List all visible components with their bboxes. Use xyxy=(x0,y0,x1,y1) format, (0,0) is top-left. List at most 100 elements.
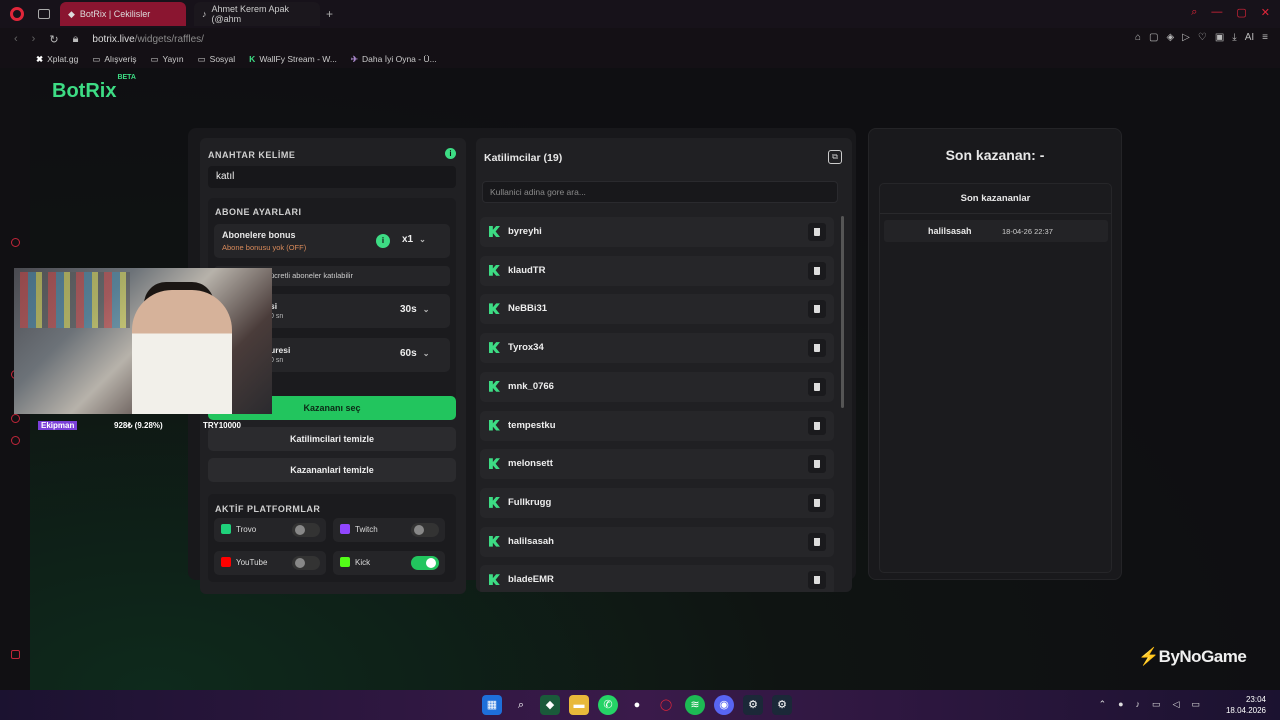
chevron-down-icon: ⌄ xyxy=(419,235,426,244)
taskbar-clock[interactable]: 23:04 18.04.2026 xyxy=(1226,694,1266,716)
subscriber-settings-title: ABONE AYARLARI xyxy=(215,207,302,217)
participant-search-input[interactable]: Kullanici adina gore ara... xyxy=(482,181,838,203)
kick-icon xyxy=(489,342,500,354)
discord-icon[interactable]: ◉ xyxy=(714,695,734,715)
shield-icon[interactable]: ◈ xyxy=(1166,32,1174,43)
sidebar-app-icon[interactable] xyxy=(11,238,20,247)
delete-icon[interactable] xyxy=(808,532,826,551)
new-tab-button[interactable]: + xyxy=(326,7,333,21)
timer-title: uresi xyxy=(270,345,291,355)
kick-toggle[interactable] xyxy=(411,556,439,570)
streamer xyxy=(132,290,232,414)
info-icon[interactable]: i xyxy=(445,148,456,159)
forward-icon[interactable]: › xyxy=(32,33,36,45)
maximize-icon[interactable]: ▢ xyxy=(1236,6,1246,19)
url-field[interactable]: botrix.live/widgets/raffles/ xyxy=(92,34,204,45)
opera-menu-icon[interactable] xyxy=(10,7,24,21)
keyword-label: ANAHTAR KELİME xyxy=(208,150,296,160)
participant-name: NeBBi31 xyxy=(508,303,548,315)
taskbar-apps: ▦ ⌕ ◆ ▬ ✆ ● ◯ ≋ ◉ ⚙ ⚙ xyxy=(482,695,792,715)
aria-icon[interactable]: AI xyxy=(1245,32,1254,43)
bookmark-label: Xplat.gg xyxy=(47,54,79,64)
chevron-up-icon[interactable]: ⌃ xyxy=(1099,699,1107,710)
participant-name: Tyrox34 xyxy=(508,342,544,354)
bookmark-stream[interactable]: ▭ Yayın xyxy=(150,54,183,65)
clear-winners-button[interactable]: Kazananlari temizle xyxy=(208,458,456,482)
heart-icon[interactable]: ♡ xyxy=(1198,32,1207,43)
kick-icon xyxy=(489,458,500,470)
bonus-subtitle: Abone bonusu yok (OFF) xyxy=(222,243,307,252)
tab-botrix[interactable]: ◆ BotRix | Cekilisler xyxy=(60,2,186,26)
sidebar-gx-icon[interactable] xyxy=(11,650,20,659)
sidebar-app-icon[interactable] xyxy=(11,436,20,445)
bolt-icon: ⚡ xyxy=(1138,647,1159,666)
windows-start-icon[interactable]: ▦ xyxy=(482,695,502,715)
tab-tiktok[interactable]: ♪ Ahmet Kerem Apak (@ahm xyxy=(194,2,320,26)
reload-icon[interactable]: ↻ xyxy=(49,33,58,46)
delete-icon[interactable] xyxy=(808,416,826,435)
close-icon[interactable]: ✕ xyxy=(1261,6,1270,19)
keyword-input[interactable]: katıl xyxy=(208,166,456,188)
bonus-info-icon[interactable]: i xyxy=(376,234,390,248)
delete-icon[interactable] xyxy=(808,339,826,358)
bookmark-social[interactable]: ▭ Sosyal xyxy=(198,54,236,65)
delete-icon[interactable] xyxy=(808,300,826,319)
address-bar: ‹ › ↻ 🔒︎ botrix.live/widgets/raffles/ ⌂ … xyxy=(0,28,1280,50)
bookmark-wallfy[interactable]: K WallFy Stream - W... xyxy=(249,54,337,64)
back-icon[interactable]: ‹ xyxy=(14,33,18,45)
file-explorer-icon[interactable]: ▬ xyxy=(569,695,589,715)
participants-scrollbar[interactable] xyxy=(841,208,844,586)
steam-icon[interactable]: ⚙ xyxy=(743,695,763,715)
app-icon[interactable]: ◆ xyxy=(540,695,560,715)
bookmark-label: Daha İyi Oyna - Ü... xyxy=(362,54,437,64)
search-icon[interactable]: ⌕ xyxy=(511,695,531,715)
delete-icon[interactable] xyxy=(808,261,826,280)
snapshot-icon[interactable]: ▢ xyxy=(1149,32,1158,43)
spotify-icon[interactable]: ≋ xyxy=(685,695,705,715)
menu-icon[interactable]: ≡ xyxy=(1262,32,1268,43)
download-icon[interactable]: ⤓ xyxy=(1232,32,1236,43)
steam-icon[interactable]: ⚙ xyxy=(772,695,792,715)
microphone-icon[interactable]: ♪ xyxy=(1136,699,1141,710)
network-icon[interactable]: ▭ xyxy=(1152,699,1161,710)
battery-icon[interactable]: ▭ xyxy=(1191,699,1200,710)
bookmark-shopping[interactable]: ▭ Alışveriş xyxy=(92,54,136,65)
delete-icon[interactable] xyxy=(808,223,826,241)
delete-icon[interactable] xyxy=(808,493,826,512)
timer-select[interactable]: 60s ⌄ xyxy=(400,348,429,359)
sidebar-app-icon[interactable] xyxy=(11,414,20,423)
play-icon[interactable]: ▷ xyxy=(1182,32,1190,43)
browser-tab-bar: ◆ BotRix | Cekilisler ♪ Ahmet Kerem Apak… xyxy=(0,0,1280,28)
window-controls: ⌕ — ▢ ✕ xyxy=(1191,6,1270,19)
bookmark-xplat[interactable]: ✖ Xplat.gg xyxy=(36,54,78,65)
delete-icon[interactable] xyxy=(808,571,826,590)
chevron-down-icon: ⌄ xyxy=(422,305,430,314)
opera-gx-icon[interactable]: ◯ xyxy=(656,695,676,715)
twitch-toggle[interactable] xyxy=(411,523,439,537)
pin-icon[interactable]: ⌂ xyxy=(1135,32,1141,43)
clock-date: 18.04.2026 xyxy=(1225,706,1266,715)
trovo-toggle[interactable] xyxy=(292,523,320,537)
timer-select[interactable]: 30s ⌄ xyxy=(400,304,429,315)
youtube-toggle[interactable] xyxy=(292,556,320,570)
delete-icon[interactable] xyxy=(808,377,826,396)
app-icon[interactable]: ● xyxy=(627,695,647,715)
tray-app-icon[interactable]: ● xyxy=(1118,699,1123,710)
delete-icon[interactable] xyxy=(808,455,826,474)
whatsapp-icon[interactable]: ✆ xyxy=(598,695,618,715)
goal-progress: 928₺ (9.28%) xyxy=(114,421,163,430)
scrollbar-thumb[interactable] xyxy=(841,216,844,408)
volume-icon[interactable]: ◁ xyxy=(1173,699,1180,710)
bookmark-label: Alışveriş xyxy=(104,54,137,64)
tab-overview-icon[interactable] xyxy=(38,9,50,19)
participant-name: mnk_0766 xyxy=(508,380,554,392)
participant-name: bladeEMR xyxy=(508,574,554,586)
minimize-icon[interactable]: — xyxy=(1211,6,1222,19)
bonus-multiplier-select[interactable]: x1 ⌄ xyxy=(402,234,426,245)
search-icon[interactable]: ⌕ xyxy=(1191,6,1197,19)
copy-icon[interactable]: ⧉ xyxy=(828,150,842,164)
kick-icon xyxy=(489,496,500,508)
profile-icon[interactable]: ▣ xyxy=(1215,32,1224,43)
recent-winners-title: Son kazananlar xyxy=(880,184,1111,214)
bookmark-play[interactable]: ✈ Daha İyi Oyna - Ü... xyxy=(351,54,437,65)
